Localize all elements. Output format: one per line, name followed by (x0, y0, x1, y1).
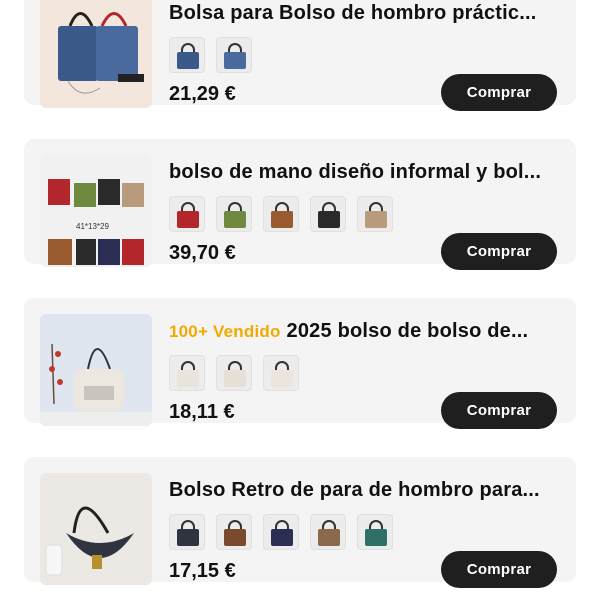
product-title-text: 2025 bolso de bolso de... (286, 320, 529, 342)
product-card[interactable]: Bolso Retro de para de hombro para... 17… (24, 457, 576, 588)
buy-button[interactable]: Comprar (441, 551, 557, 588)
sold-badge: 100+ Vendido (169, 322, 281, 341)
buy-button[interactable]: Comprar (441, 74, 557, 111)
product-title[interactable]: Bolso Retro de para de hombro para... (169, 479, 564, 502)
product-image[interactable] (40, 473, 152, 585)
variant-swatch[interactable] (310, 514, 346, 550)
variant-swatch[interactable] (263, 514, 299, 550)
product-price: 39,70 € (169, 242, 236, 264)
product-title[interactable]: 100+ Vendido 2025 bolso de bolso de... (169, 320, 564, 343)
variant-swatch[interactable] (216, 514, 252, 550)
variant-swatch[interactable] (216, 355, 252, 391)
product-title[interactable]: bolso de mano diseño informal y bol... (169, 161, 564, 184)
size-label: 41*13*29 (76, 222, 109, 231)
product-price: 21,29 € (169, 83, 236, 105)
variant-swatch[interactable] (263, 196, 299, 232)
variant-swatches (169, 514, 393, 551)
product-price: 17,15 € (169, 560, 236, 582)
variant-swatch[interactable] (357, 514, 393, 550)
variant-swatch[interactable] (357, 196, 393, 232)
product-card[interactable]: 41*13*29 bolso de mano diseño informal y… (24, 139, 576, 270)
variant-swatch[interactable] (263, 355, 299, 391)
product-title-text: Bolso Retro de para de hombro para... (169, 479, 540, 501)
product-image[interactable] (40, 314, 152, 426)
variant-swatch[interactable] (216, 37, 252, 73)
product-price: 18,11 € (169, 401, 235, 423)
product-title-text: Bolsa para Bolso de hombro práctic... (169, 2, 537, 24)
product-card[interactable]: Bolsa para Bolso de hombro práctic... 21… (24, 0, 576, 111)
buy-button[interactable]: Comprar (441, 392, 557, 429)
product-title-text: bolso de mano diseño informal y bol... (169, 161, 542, 183)
product-card[interactable]: 100+ Vendido 2025 bolso de bolso de... 18… (24, 298, 576, 429)
variant-swatch[interactable] (169, 355, 205, 391)
product-title[interactable]: Bolsa para Bolso de hombro práctic... (169, 2, 564, 25)
product-image[interactable] (40, 0, 152, 108)
variant-swatch[interactable] (310, 196, 346, 232)
variant-swatches (169, 37, 252, 74)
variant-swatch[interactable] (169, 196, 205, 232)
product-image[interactable]: 41*13*29 (40, 155, 152, 267)
variant-swatch[interactable] (169, 514, 205, 550)
buy-button[interactable]: Comprar (441, 233, 557, 270)
variant-swatch[interactable] (169, 37, 205, 73)
variant-swatches (169, 196, 393, 233)
variant-swatch[interactable] (216, 196, 252, 232)
variant-swatches (169, 355, 299, 392)
